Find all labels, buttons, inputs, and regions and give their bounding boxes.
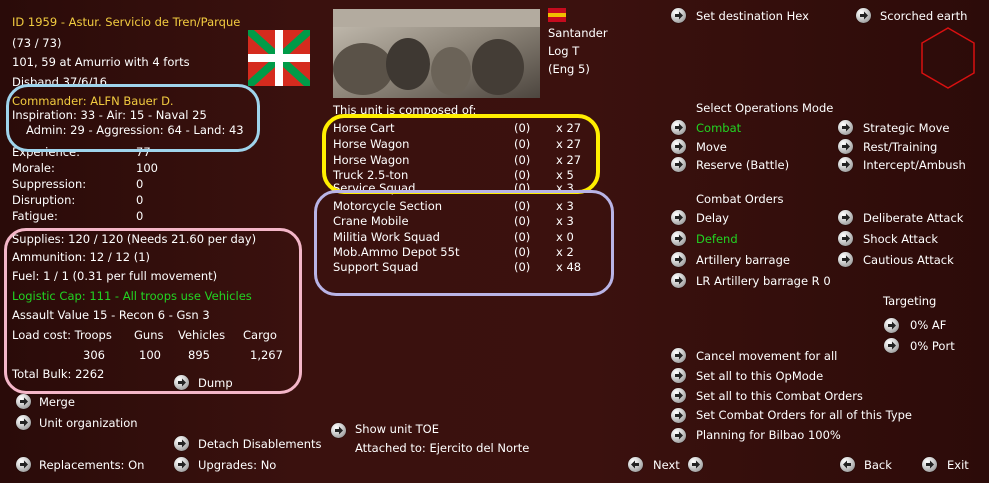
scorched-earth-button[interactable]: Scorched earth: [880, 9, 967, 23]
lr-artillery-icon[interactable]: [671, 273, 686, 288]
set-orders-type-icon[interactable]: [671, 408, 686, 423]
target-af-icon[interactable]: [884, 318, 899, 333]
basque-flag-icon: [248, 30, 310, 86]
stat-label-suppression: Suppression:: [12, 177, 87, 191]
back-button[interactable]: Back: [864, 458, 892, 472]
set-destination-icon[interactable]: [671, 8, 686, 23]
orders-option-icon[interactable]: [671, 210, 686, 225]
unit-organization-button[interactable]: Unit organization: [39, 416, 138, 430]
lr-artillery-button[interactable]: LR Artillery barrage R 0: [696, 274, 831, 288]
support-highlight-oval: [314, 190, 614, 296]
set-combat-orders-icon[interactable]: [671, 388, 686, 403]
stat-label-morale: Morale:: [12, 161, 55, 175]
set-destination-button[interactable]: Set destination Hex: [696, 9, 809, 23]
set-opmode-button[interactable]: Set all to this OpMode: [696, 369, 823, 383]
planning-button[interactable]: Planning for Bilbao 100%: [696, 428, 841, 442]
unit-organization-button-icon[interactable]: [16, 415, 31, 430]
unit-photo: [333, 9, 540, 98]
ops-option-icon[interactable]: [838, 139, 853, 154]
orders-option[interactable]: Artillery barrage: [696, 253, 790, 267]
cancel-movement-button[interactable]: Cancel movement for all: [696, 349, 837, 363]
orders-option-icon[interactable]: [838, 231, 853, 246]
ops-option[interactable]: Move: [696, 140, 727, 154]
ops-option-icon[interactable]: [838, 157, 853, 172]
orders-option-icon[interactable]: [838, 210, 853, 225]
ops-option-icon[interactable]: [671, 139, 686, 154]
merge-button-icon[interactable]: [16, 394, 31, 409]
stat-value-disruption: 0: [136, 193, 144, 207]
show-toe-button[interactable]: Show unit TOE: [355, 422, 439, 436]
targeting-title: Targeting: [883, 294, 937, 308]
orders-option[interactable]: Deliberate Attack: [863, 211, 963, 225]
unit-id: ID 1959 - Astur. Servicio de Tren/Parque: [12, 15, 241, 29]
upgrades-button-icon[interactable]: [174, 457, 189, 472]
ops-option-icon[interactable]: [671, 120, 686, 135]
orders-option[interactable]: Shock Attack: [863, 232, 938, 246]
ops-option[interactable]: Reserve (Battle): [696, 158, 789, 172]
unit-strength: (73 / 73): [12, 36, 62, 50]
set-opmode-icon[interactable]: [671, 368, 686, 383]
orders-option-icon[interactable]: [838, 252, 853, 267]
stat-value-suppression: 0: [136, 177, 144, 191]
merge-button[interactable]: Merge: [39, 395, 75, 409]
ops-option[interactable]: Intercept/Ambush: [863, 158, 966, 172]
unit-location: 101, 59 at Amurrio with 4 forts: [12, 55, 190, 69]
ops-option[interactable]: Combat: [696, 121, 741, 135]
orders-option-icon[interactable]: [671, 252, 686, 267]
back-arrow-icon[interactable]: [840, 457, 855, 472]
ops-mode-title: Select Operations Mode: [696, 101, 834, 115]
set-orders-type-button[interactable]: Set Combat Orders for all of this Type: [696, 408, 912, 422]
upgrades-button[interactable]: Upgrades: No: [198, 458, 276, 472]
spanish-flag-icon: [548, 8, 566, 22]
commander-highlight-oval: [6, 84, 260, 152]
exit-arrow-icon[interactable]: [922, 457, 937, 472]
next-button[interactable]: Next: [653, 458, 680, 472]
hq-eng: (Eng 5): [548, 62, 590, 76]
ops-option-icon[interactable]: [838, 120, 853, 135]
show-toe-button-icon[interactable]: [331, 423, 346, 438]
set-combat-orders-button[interactable]: Set all to this Combat Orders: [696, 389, 863, 403]
combat-orders-title: Combat Orders: [696, 192, 784, 206]
cancel-movement-icon[interactable]: [671, 348, 686, 363]
target-port-button[interactable]: 0% Port: [910, 339, 955, 353]
scorched-earth-icon[interactable]: [856, 8, 871, 23]
hq-name: Santander: [548, 26, 608, 40]
target-port-icon[interactable]: [884, 338, 899, 353]
stat-value-morale: 100: [136, 161, 158, 175]
orders-option-icon[interactable]: [671, 231, 686, 246]
stat-value-fatigue: 0: [136, 209, 144, 223]
hq-log: Log T: [548, 44, 580, 58]
ops-option[interactable]: Strategic Move: [863, 121, 949, 135]
orders-option[interactable]: Defend: [696, 232, 738, 246]
next-arrow-icon[interactable]: [688, 457, 703, 472]
orders-option[interactable]: Delay: [696, 211, 729, 225]
hex-icon: [921, 27, 975, 89]
replacements-button[interactable]: Replacements: On: [39, 458, 144, 472]
attached-to-text: Attached to: Ejercito del Norte: [355, 441, 530, 455]
orders-option[interactable]: Cautious Attack: [863, 253, 954, 267]
replacements-button-icon[interactable]: [16, 457, 31, 472]
ops-option-icon[interactable]: [671, 157, 686, 172]
next-prev-arrow-icon[interactable]: [628, 457, 643, 472]
target-af-button[interactable]: 0% AF: [910, 318, 946, 332]
vehicles-highlight-oval: [322, 114, 600, 194]
stat-label-fatigue: Fatigue:: [12, 209, 58, 223]
planning-icon[interactable]: [671, 428, 686, 443]
stat-label-disruption: Disruption:: [12, 193, 76, 207]
detach-disablements-button-icon[interactable]: [174, 436, 189, 451]
exit-button[interactable]: Exit: [947, 458, 969, 472]
ops-option[interactable]: Rest/Training: [863, 140, 937, 154]
detach-disablements-button[interactable]: Detach Disablements: [198, 437, 321, 451]
supply-highlight-oval: [4, 228, 302, 394]
